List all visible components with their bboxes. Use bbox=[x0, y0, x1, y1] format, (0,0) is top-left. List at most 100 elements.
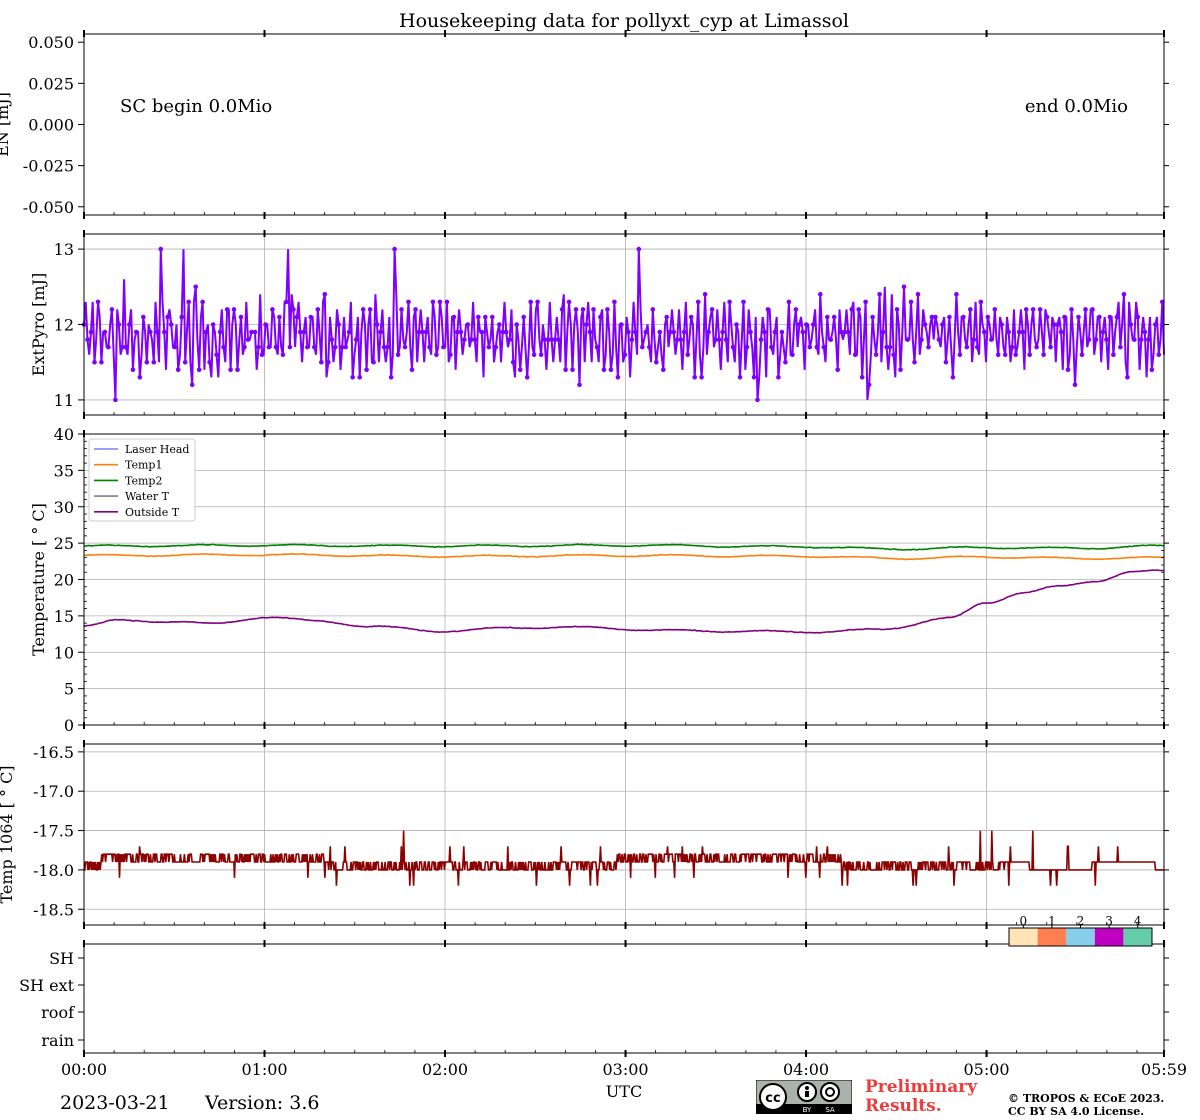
axes-frame bbox=[83, 33, 1165, 216]
extpyro-point bbox=[353, 337, 359, 342]
extpyro-point bbox=[490, 314, 495, 320]
y-tick-label: -0.025 bbox=[23, 157, 74, 176]
extpyro-point bbox=[1086, 337, 1092, 342]
y-tick-label: 0.025 bbox=[28, 74, 74, 93]
extpyro-point bbox=[483, 314, 488, 320]
y-tick-label: 0.050 bbox=[28, 33, 74, 52]
extpyro-point bbox=[772, 329, 778, 335]
extpyro-point bbox=[811, 322, 816, 327]
extpyro-point bbox=[999, 322, 1004, 327]
extpyro-point bbox=[678, 337, 683, 342]
extpyro-point bbox=[989, 337, 994, 342]
extpyro-point bbox=[720, 329, 725, 335]
extpyro-point bbox=[413, 307, 418, 312]
preliminary-line2: Results. bbox=[865, 1096, 942, 1116]
extpyro-point bbox=[692, 375, 697, 380]
extpyro-point bbox=[971, 337, 977, 342]
extpyro-point bbox=[259, 352, 265, 358]
extpyro-point bbox=[765, 307, 771, 312]
svg-text:SA: SA bbox=[825, 1106, 835, 1114]
extpyro-point bbox=[608, 367, 614, 373]
extpyro-point bbox=[685, 352, 690, 358]
extpyro-point bbox=[915, 292, 921, 297]
extpyro-point bbox=[647, 344, 652, 350]
extpyro-point bbox=[1118, 344, 1123, 350]
extpyro-point bbox=[458, 329, 464, 335]
y-tick-label: 25 bbox=[54, 534, 74, 553]
extpyro-point bbox=[395, 352, 401, 358]
extpyro-point bbox=[308, 314, 314, 320]
extpyro-point bbox=[636, 246, 642, 252]
status-row-label: SH bbox=[49, 949, 74, 968]
extpyro-point bbox=[688, 314, 694, 320]
extpyro-point bbox=[392, 246, 397, 252]
extpyro-point bbox=[950, 375, 956, 380]
extpyro-point bbox=[706, 329, 711, 335]
extpyro-point bbox=[514, 322, 519, 327]
extpyro-point bbox=[434, 352, 439, 358]
extpyro-point bbox=[228, 367, 233, 373]
panel-status: SH SH ext roof rain 00:00 01:00 02:00 03:00 04:0… bbox=[19, 914, 1187, 1079]
extpyro-point bbox=[367, 307, 373, 312]
extpyro-point bbox=[957, 352, 963, 358]
copyright-line2: CC BY SA 4.0 License. bbox=[1008, 1105, 1145, 1118]
extpyro-point bbox=[954, 292, 959, 297]
extpyro-point bbox=[364, 367, 369, 373]
colorbar-cell bbox=[1123, 928, 1152, 946]
extpyro-point bbox=[894, 307, 900, 312]
extpyro-point bbox=[1128, 322, 1134, 327]
extpyro-point bbox=[716, 337, 722, 342]
extpyro-point bbox=[1030, 307, 1036, 312]
extpyro-point bbox=[1055, 322, 1060, 327]
y-tick-label: -17.5 bbox=[33, 822, 74, 841]
extpyro-point bbox=[1044, 314, 1050, 320]
extpyro-point bbox=[1149, 367, 1155, 373]
extpyro-point bbox=[193, 284, 198, 290]
extpyro-point bbox=[360, 307, 366, 312]
extpyro-point bbox=[1125, 375, 1130, 380]
extpyro-point bbox=[1069, 307, 1074, 312]
sc-end-annotation: end 0.0Mio bbox=[1025, 96, 1128, 117]
extpyro-point bbox=[866, 382, 872, 388]
y-tick-label: 0 bbox=[64, 716, 74, 735]
extpyro-point bbox=[863, 299, 868, 305]
y-tick-label: 0.000 bbox=[28, 116, 74, 135]
extpyro-point bbox=[357, 375, 363, 380]
sc-begin-annotation: SC begin 0.0Mio bbox=[120, 96, 272, 117]
extpyro-point bbox=[943, 359, 949, 365]
panel-temperature: 40 35 30 25 20 15 10 5 0 Temperature [ ° C] Laser … bbox=[29, 425, 1169, 735]
extpyro-point bbox=[1076, 314, 1081, 320]
extpyro-point bbox=[598, 314, 603, 320]
extpyro-point bbox=[982, 329, 987, 335]
y-tick-label: 15 bbox=[54, 607, 74, 626]
axes-frame bbox=[83, 743, 1165, 926]
extpyro-point bbox=[633, 329, 638, 335]
extpyro-point bbox=[737, 375, 743, 380]
colorbar-cell bbox=[1037, 928, 1067, 946]
extpyro-point bbox=[476, 314, 481, 320]
extpyro-point bbox=[332, 344, 338, 350]
colorbar-cell bbox=[1066, 928, 1095, 946]
extpyro-point bbox=[1107, 314, 1113, 320]
extpyro-point bbox=[961, 314, 966, 320]
extpyro-point bbox=[852, 352, 858, 358]
housekeeping-figure: Housekeeping data for pollyxt_cyp at Lim… bbox=[0, 10, 1187, 1101]
extpyro-point bbox=[926, 344, 931, 350]
extpyro-point bbox=[350, 375, 356, 380]
extpyro-point bbox=[845, 329, 851, 335]
extpyro-point bbox=[584, 322, 589, 327]
extpyro-point bbox=[242, 344, 247, 350]
extpyro-point bbox=[835, 367, 840, 373]
footer-date: 2023-03-21 bbox=[60, 1092, 170, 1114]
extpyro-point bbox=[1135, 314, 1141, 320]
extpyro-point bbox=[148, 329, 153, 335]
extpyro-point bbox=[661, 367, 666, 373]
extpyro-point bbox=[531, 352, 537, 358]
axes-frame bbox=[83, 943, 1165, 1054]
extpyro-point bbox=[849, 307, 854, 312]
extpyro-point bbox=[270, 307, 275, 312]
temperature-legend: Laser Head Temp1 Temp2 Water T Outside T bbox=[88, 438, 196, 522]
x-tick-label: 01:00 bbox=[241, 1060, 287, 1079]
svg-text:BY: BY bbox=[803, 1106, 812, 1114]
extpyro-point bbox=[556, 337, 561, 342]
